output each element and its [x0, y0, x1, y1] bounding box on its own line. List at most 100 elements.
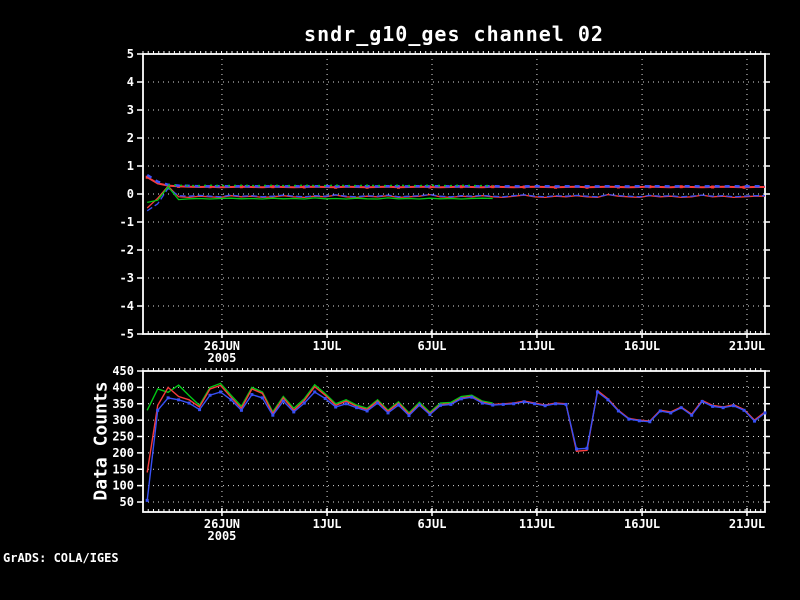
counts-blue-line-marker: [302, 401, 306, 405]
counts-blue-line: [146, 390, 766, 501]
counts-blue-line-marker: [428, 413, 432, 417]
red-mid-line: [146, 185, 765, 209]
ytick-label: 5: [127, 47, 134, 61]
ytick-label: -4: [120, 299, 134, 313]
ytick-label: 200: [112, 446, 134, 460]
ytick-label: 350: [112, 397, 134, 411]
counts-blue-line-marker: [721, 406, 725, 410]
ytick-label: 300: [112, 413, 134, 427]
xtick-label: 21JUL: [729, 339, 765, 353]
red-top-line-marker: [491, 185, 495, 189]
counts-blue-line-marker: [355, 406, 359, 410]
counts-blue-line-marker: [292, 410, 296, 414]
counts-blue-line-marker: [376, 401, 380, 405]
xtick-label: 11JUL: [519, 517, 555, 531]
counts-blue-line-marker: [438, 403, 442, 407]
counts-blue-line-marker: [679, 406, 683, 410]
ytick-label: 450: [112, 364, 134, 378]
red-top-line-marker: [711, 185, 715, 189]
red-top-line-marker: [679, 185, 683, 189]
counts-blue-line-marker: [334, 405, 338, 409]
xtick-label: 6JUL: [418, 339, 447, 353]
counts-blue-line-marker: [575, 447, 579, 451]
xtick-label: 1JUL: [313, 517, 342, 531]
counts-blue-line-marker: [564, 402, 568, 406]
counts-blue-line-marker: [595, 390, 599, 394]
counts-blue-line-marker: [585, 446, 589, 450]
xtick-year-label: 2005: [208, 351, 237, 365]
counts-blue-line-marker: [250, 393, 254, 397]
xtick-label: 11JUL: [519, 339, 555, 353]
ytick-label: 0: [127, 187, 134, 201]
counts-blue-line-marker: [501, 402, 505, 406]
ytick-label: 150: [112, 462, 134, 476]
counts-blue-line-marker: [554, 402, 558, 406]
counts-blue-line-marker: [742, 408, 746, 412]
ytick-label: 250: [112, 430, 134, 444]
counts-blue-line-marker: [313, 390, 317, 394]
counts-blue-line-marker: [637, 419, 641, 423]
counts-blue-line-marker: [218, 390, 222, 394]
counts-blue-line-marker: [648, 420, 652, 424]
counts-blue-line-marker: [459, 397, 463, 401]
counts-blue-line-marker: [407, 414, 411, 418]
counts-blue-line-marker: [156, 408, 160, 412]
counts-blue-line-marker: [512, 402, 516, 406]
counts-blue-line-marker: [271, 413, 275, 417]
counts-blue-line-marker: [239, 408, 243, 412]
xtick-label: 1JUL: [313, 339, 342, 353]
counts-blue-line-marker: [281, 399, 285, 403]
ytick-label: 4: [127, 75, 134, 89]
counts-blue-line-marker: [449, 402, 453, 406]
xtick-label: 21JUL: [729, 517, 765, 531]
ytick-label: 400: [112, 380, 134, 394]
counts-axis-label: Data Counts: [90, 381, 112, 501]
chart-canvas: 543210-1-2-3-4-526JUN20051JUL 6JUL 11JUL 16…: [112, 47, 770, 543]
blue-top-line: [146, 173, 765, 188]
counts-blue-line-marker: [711, 404, 715, 408]
counts-blue-line-marker: [491, 403, 495, 407]
counts-blue-line-marker: [522, 400, 526, 404]
counts-blue-line-marker: [166, 396, 170, 400]
counts-blue-line-marker: [177, 398, 181, 402]
blue-mid-line: [146, 187, 765, 212]
ytick-label: 3: [127, 103, 134, 117]
counts-blue-line-marker: [658, 409, 662, 413]
counts-blue-line-marker: [606, 398, 610, 402]
green-top-line: [168, 184, 493, 187]
counts-blue-line-marker: [365, 409, 369, 413]
counts-blue-line-marker: [187, 401, 191, 405]
xtick-label: 16JUL: [624, 517, 660, 531]
counts-blue-line-marker: [145, 498, 149, 502]
counts-blue-line-marker: [763, 411, 767, 415]
counts-panel-frame: [142, 370, 766, 513]
counts-blue-line-marker: [753, 419, 757, 423]
counts-blue-line-marker: [417, 403, 421, 407]
counts-blue-line-marker: [208, 393, 212, 397]
counts-blue-line-marker: [690, 413, 694, 417]
xtick-label: 16JUL: [624, 339, 660, 353]
counts-blue-line-marker: [260, 396, 264, 400]
ytick-label: 1: [127, 159, 134, 173]
counts-blue-line-marker: [480, 401, 484, 405]
counts-blue-line-marker: [700, 399, 704, 403]
counts-red-line: [146, 384, 766, 473]
counts-blue-line-marker: [732, 404, 736, 408]
counts-blue-line-marker: [669, 411, 673, 415]
counts-blue-line-marker: [397, 403, 401, 407]
ytick-label: -1: [120, 215, 134, 229]
counts-blue-line-marker: [543, 404, 547, 408]
counts-blue-line-marker: [198, 408, 202, 412]
ytick-label: 100: [112, 479, 134, 493]
counts-blue-line-marker: [470, 395, 474, 399]
ytick-label: -3: [120, 271, 134, 285]
xtick-label: 6JUL: [418, 517, 447, 531]
ytick-label: 50: [120, 495, 134, 509]
counts-blue-line-marker: [533, 402, 537, 406]
counts-blue-line-marker: [323, 397, 327, 401]
ytick-label: 2: [127, 131, 134, 145]
grads-screen: sndr_g10_ges channel 02 5 4 3 2 1 0 -1 -2 -3 -4 -5…: [0, 0, 800, 600]
grads-watermark: GrADS: COLA/IGES: [3, 551, 119, 565]
xtick-year-label: 2005: [208, 529, 237, 543]
counts-blue-line-marker: [386, 411, 390, 415]
